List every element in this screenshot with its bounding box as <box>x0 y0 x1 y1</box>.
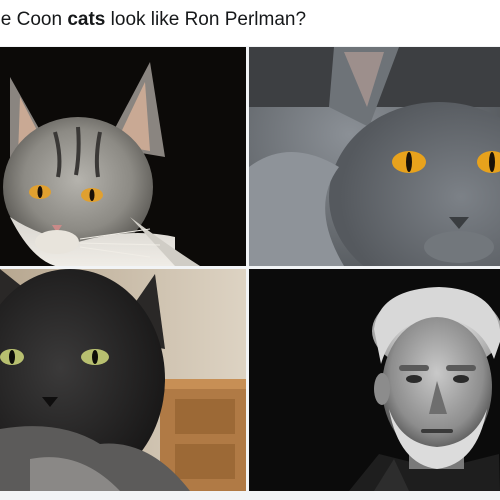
cat-illustration-3 <box>0 269 246 491</box>
caption-text: ine Coon cats look like Ron Perlman? <box>0 9 306 31</box>
photo-silver-tabby-cat[interactable] <box>0 47 246 266</box>
bottom-strip <box>0 491 500 500</box>
cat-illustration-1 <box>0 47 246 266</box>
photo-dark-smoke-cat[interactable] <box>0 269 246 491</box>
photo-man-portrait[interactable] <box>249 269 500 491</box>
caption-bold-word: cats <box>67 9 106 30</box>
photo-gray-cat[interactable] <box>249 47 500 266</box>
caption-suffix: look like Ron Perlman? <box>105 9 307 30</box>
portrait-illustration <box>249 269 500 491</box>
caption-prefix: ine Coon <box>0 9 63 30</box>
cat-illustration-2 <box>249 47 500 266</box>
post-caption: ine Coon cats look like Ron Perlman? <box>0 0 500 46</box>
